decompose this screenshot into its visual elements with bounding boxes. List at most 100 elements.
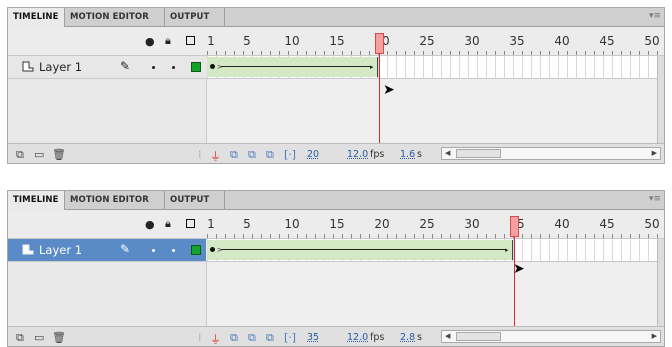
- frame-cells[interactable]: > ▸: [207, 56, 664, 78]
- lock-icon[interactable]: 🔒︎: [165, 34, 171, 47]
- eye-icon[interactable]: ●: [145, 35, 155, 48]
- frame-rate[interactable]: 12.0: [347, 332, 368, 343]
- tab-timeline[interactable]: TIMELINE: [8, 191, 65, 210]
- new-layer-icon[interactable]: ⧉: [16, 331, 24, 345]
- modify-markers-icon[interactable]: [·]: [284, 331, 296, 344]
- tab-output[interactable]: OUTPUT: [165, 191, 225, 209]
- keyframe[interactable]: [210, 247, 215, 252]
- edit-multiple-frames-icon[interactable]: ⧉: [266, 331, 274, 345]
- outline-icon[interactable]: [186, 219, 195, 228]
- lock-dot[interactable]: [172, 249, 175, 252]
- splitter-handle[interactable]: ⁞: [198, 148, 202, 161]
- scroll-thumb[interactable]: [456, 149, 501, 158]
- ruler-label: 50: [644, 34, 660, 48]
- keyframe[interactable]: [210, 64, 215, 69]
- layer-name[interactable]: Layer 1: [39, 60, 82, 74]
- frame-cells[interactable]: > ▸: [207, 239, 664, 261]
- ruler-label: 45: [599, 34, 615, 48]
- timeline-footer: ⧉ ▭ 🗑︎ ⁞ ⏚ ⧉ ⧉ ⧉ [·] 20 12.0 fps 1.6 s ◀…: [8, 143, 664, 163]
- tab-motion-editor[interactable]: MOTION EDITOR: [65, 8, 165, 26]
- ruler-label: 40: [554, 34, 570, 48]
- vertical-scrollbar[interactable]: [657, 56, 664, 143]
- visibility-dot[interactable]: [152, 66, 155, 69]
- panel-menu-icon[interactable]: ▾≡: [649, 11, 661, 21]
- layers-empty-area: [8, 79, 664, 143]
- panel-tabbar: TIMELINE MOTION EDITOR OUTPUT ▾≡: [8, 8, 664, 27]
- ruler-label: 40: [554, 217, 570, 231]
- tween-arrow-line: [221, 249, 506, 250]
- elapsed-time-unit: s: [417, 149, 422, 160]
- onion-skin-outlines-icon[interactable]: ⧉: [248, 148, 256, 162]
- scroll-right-button[interactable]: ▶: [652, 332, 657, 340]
- layers-empty-area: [8, 262, 664, 326]
- onion-skin-icon[interactable]: ⧉: [230, 331, 238, 345]
- layer-info[interactable]: Layer 1 ✎: [8, 239, 206, 261]
- current-frame[interactable]: 35: [307, 332, 319, 343]
- layer-row[interactable]: Layer 1 ✎ > ▸: [8, 56, 664, 79]
- horizontal-scrollbar[interactable]: ◀ ▶: [441, 330, 661, 343]
- ruler-label: 15: [329, 34, 345, 48]
- splitter-handle[interactable]: ⁞: [198, 331, 202, 344]
- scroll-right-button[interactable]: ▶: [652, 149, 657, 157]
- elapsed-time[interactable]: 1.6: [400, 149, 415, 160]
- center-frame-icon[interactable]: ⏚: [210, 331, 221, 346]
- scroll-thumb[interactable]: [456, 332, 501, 341]
- lock-icon[interactable]: 🔒︎: [165, 217, 171, 230]
- trash-icon[interactable]: 🗑︎: [52, 148, 66, 161]
- timeline-header: ● 🔒︎ 1 5 10 15 20 25 30 35 40 45 50: [8, 27, 664, 56]
- tab-timeline[interactable]: TIMELINE: [8, 8, 65, 27]
- elapsed-time-unit: s: [417, 332, 422, 343]
- eye-icon[interactable]: ●: [145, 218, 155, 231]
- tween-arrow-head: ▸: [505, 246, 509, 254]
- outline-icon[interactable]: [186, 36, 195, 45]
- pencil-icon: ✎: [120, 59, 131, 73]
- playhead[interactable]: [375, 33, 384, 54]
- layer-color-swatch[interactable]: [191, 245, 201, 255]
- layer-name[interactable]: Layer 1: [39, 243, 82, 257]
- trash-icon[interactable]: 🗑︎: [52, 331, 66, 344]
- layer-info[interactable]: Layer 1 ✎: [8, 56, 206, 78]
- elapsed-time[interactable]: 2.8: [400, 332, 415, 343]
- motion-tween-span[interactable]: [207, 57, 378, 77]
- horizontal-scrollbar[interactable]: ◀ ▶: [441, 147, 661, 160]
- scroll-left-button[interactable]: ◀: [445, 149, 450, 157]
- playhead[interactable]: [510, 216, 519, 237]
- motion-tween-span[interactable]: [207, 240, 513, 260]
- tab-output[interactable]: OUTPUT: [165, 8, 225, 26]
- tween-arrow-tail: >: [217, 246, 223, 254]
- scroll-left-button[interactable]: ◀: [445, 332, 450, 340]
- timeline-panel-2: TIMELINE MOTION EDITOR OUTPUT ▾≡ ● 🔒︎ 1 …: [7, 190, 665, 347]
- layer-row[interactable]: Layer 1 ✎ > ▸: [8, 239, 664, 262]
- visibility-dot[interactable]: [152, 249, 155, 252]
- lock-dot[interactable]: [172, 66, 175, 69]
- current-frame[interactable]: 20: [307, 149, 319, 160]
- ruler-ticks: [207, 51, 664, 55]
- ruler-ticks: [207, 234, 664, 238]
- mouse-cursor-icon: ➤: [513, 261, 525, 277]
- onion-skin-icon[interactable]: ⧉: [230, 148, 238, 162]
- ruler-label: 10: [284, 34, 300, 48]
- ruler-label: 25: [419, 217, 435, 231]
- onion-skin-outlines-icon[interactable]: ⧉: [248, 331, 256, 345]
- ruler-label: 45: [599, 217, 615, 231]
- ruler-label: 5: [243, 34, 251, 48]
- new-folder-icon[interactable]: ▭: [34, 148, 44, 161]
- new-folder-icon[interactable]: ▭: [34, 331, 44, 344]
- layer-color-swatch[interactable]: [191, 62, 201, 72]
- frame-rate[interactable]: 12.0: [347, 149, 368, 160]
- layers-column-empty: [8, 79, 207, 143]
- frames-empty: [207, 79, 664, 143]
- frames-empty: [207, 262, 664, 326]
- edit-multiple-frames-icon[interactable]: ⧉: [266, 148, 274, 162]
- tween-arrow-head: ▸: [370, 63, 374, 71]
- timeline-panel-1: TIMELINE MOTION EDITOR OUTPUT ▾≡ ● 🔒︎ 1 …: [7, 7, 665, 164]
- new-layer-icon[interactable]: ⧉: [16, 148, 24, 162]
- playhead-line: [514, 237, 515, 326]
- vertical-scrollbar[interactable]: [657, 239, 664, 326]
- tab-motion-editor[interactable]: MOTION EDITOR: [65, 191, 165, 209]
- frame-rate-unit: fps: [370, 149, 385, 160]
- playhead-line: [379, 54, 380, 143]
- center-frame-icon[interactable]: ⏚: [210, 148, 221, 163]
- modify-markers-icon[interactable]: [·]: [284, 148, 296, 161]
- panel-menu-icon[interactable]: ▾≡: [649, 194, 661, 204]
